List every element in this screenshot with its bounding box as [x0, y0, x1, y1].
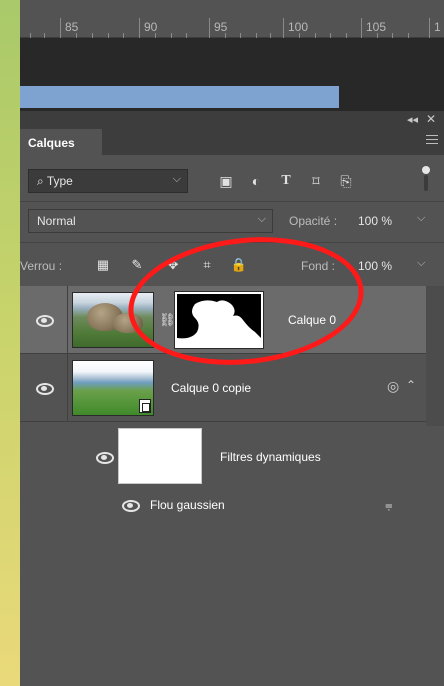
blend-mode-dropdown[interactable]: Normal ⌵ [28, 209, 273, 233]
opacity-label: Opacité : [289, 214, 338, 228]
ruler-label: 105 [366, 20, 387, 34]
eye-icon[interactable] [36, 315, 54, 327]
tab-calques[interactable]: Calques [20, 129, 102, 155]
pixel-layer-filter-icon[interactable]: ▣ [216, 171, 236, 191]
layer-thumbnail[interactable] [72, 292, 154, 348]
smart-object-badge-icon [139, 399, 151, 413]
lock-image-pixels-icon[interactable]: ✎ [128, 256, 146, 274]
eye-icon[interactable] [122, 500, 140, 512]
visibility-toggle[interactable] [20, 286, 68, 353]
lock-transparency-icon[interactable]: ▦ [94, 256, 112, 274]
blending-options-icon[interactable]: ⩦ [385, 497, 393, 513]
link-icon[interactable]: ⛓ [159, 312, 176, 328]
ruler-label: 85 [65, 20, 79, 34]
mask-shape [177, 300, 261, 346]
layer-name[interactable]: Calque 0 copie [171, 381, 251, 395]
photoshop-window: 85 90 95 100 105 1 ◂◂ ✕ Calques ⌕ Type ⌵ [20, 0, 444, 686]
layer-thumbnail[interactable] [72, 360, 154, 416]
opacity-chevron-icon[interactable]: ⌵ [417, 212, 438, 225]
type-layer-filter-icon[interactable]: T [276, 171, 296, 191]
layer-row-calque-0[interactable]: ⛓ Calque 0 [20, 286, 426, 354]
visibility-toggle[interactable] [20, 354, 68, 421]
blend-mode-value: Normal [37, 214, 76, 228]
chevron-down-icon: ⌵ [172, 173, 181, 185]
lock-all-icon[interactable]: 🔒 [230, 256, 248, 274]
lock-label: Verrou : [20, 259, 63, 273]
layer-filter-dropdown[interactable]: ⌕ Type ⌵ [28, 169, 188, 193]
adjustment-layer-filter-icon[interactable]: ◐ [246, 171, 266, 191]
smart-filters-row[interactable]: Filtres dynamiques [20, 422, 426, 492]
layer-mask-thumbnail[interactable] [174, 291, 264, 349]
ruler-label: 100 [288, 20, 309, 34]
panel-tabbar: Calques [20, 129, 444, 155]
filter-selected-value: Type [46, 174, 73, 188]
layer-name[interactable]: Calque 0 [288, 313, 336, 327]
filter-toggle-switch[interactable] [422, 166, 430, 192]
layer-row-calque-0-copie[interactable]: Calque 0 copie ◎ ⌃ [20, 354, 426, 422]
ruler-label: 1 [434, 20, 441, 34]
smart-filter-icon[interactable]: ◎ [387, 378, 399, 395]
panel-menu-icon[interactable] [426, 135, 438, 147]
panel-header-bar: ◂◂ ✕ [20, 111, 444, 129]
document-workspace[interactable] [20, 38, 444, 111]
shape-layer-filter-icon[interactable]: ⌑ [306, 171, 326, 191]
filter-name[interactable]: Flou gaussien [150, 498, 225, 512]
search-icon: ⌕ [37, 174, 47, 188]
close-panel-icon[interactable]: ✕ [426, 112, 436, 126]
chevron-down-icon: ⌵ [257, 213, 266, 225]
filter-item-flou-gaussien[interactable]: Flou gaussien ⩦ [20, 492, 426, 520]
lock-position-icon[interactable]: ✥ [164, 256, 182, 274]
chevron-up-icon[interactable]: ⌃ [406, 378, 420, 392]
fill-label: Fond : [301, 259, 336, 273]
layers-panel: ◂◂ ✕ Calques ⌕ Type ⌵ ▣ ◐ T ⌑ ⎘ Normal ⌵… [20, 111, 444, 686]
fill-value[interactable]: 100 % [358, 259, 392, 273]
smart-object-filter-icon[interactable]: ⎘ [336, 171, 356, 191]
layers-scrollbar[interactable] [426, 286, 444, 426]
filter-mask-thumbnail[interactable] [118, 428, 202, 484]
opacity-value[interactable]: 100 % [358, 214, 392, 228]
ruler-label: 90 [144, 20, 158, 34]
canvas-preview[interactable] [20, 86, 339, 108]
eye-icon[interactable] [96, 452, 114, 464]
horizontal-ruler: 85 90 95 100 105 1 [20, 0, 444, 38]
eye-icon[interactable] [36, 383, 54, 395]
collapse-panel-icon[interactable]: ◂◂ [407, 113, 418, 126]
fill-chevron-icon[interactable]: ⌵ [417, 257, 438, 270]
lock-artboard-icon[interactable]: ⌗ [198, 256, 216, 274]
layers-list: ⛓ Calque 0 Calque 0 copie ◎ ⌃ Filtres dy… [20, 286, 444, 686]
ruler-label: 95 [214, 20, 228, 34]
smart-filters-label[interactable]: Filtres dynamiques [220, 450, 321, 464]
